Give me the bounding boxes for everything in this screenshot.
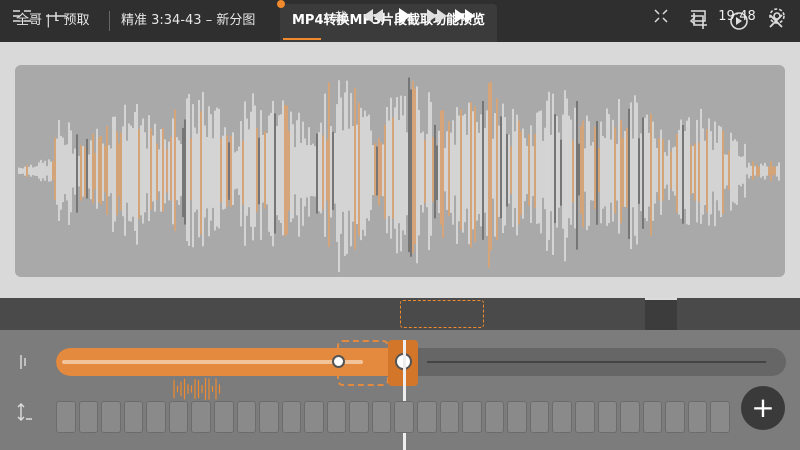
video-frame	[417, 401, 437, 433]
video-frame	[123, 401, 144, 433]
video-frame	[462, 401, 482, 433]
video-frame	[281, 401, 302, 433]
video-frame	[642, 401, 663, 433]
video-frame	[394, 401, 414, 433]
video-frame	[304, 401, 324, 433]
skip-forward-icon[interactable]	[452, 0, 478, 32]
audio-marker-wave	[173, 378, 221, 400]
video-frame	[259, 401, 279, 433]
video-frame	[529, 401, 550, 433]
video-frame	[574, 401, 595, 433]
video-frame	[710, 401, 730, 433]
video-frame	[687, 401, 708, 433]
video-frame	[191, 401, 211, 433]
video-frame	[439, 401, 460, 433]
settings-icon[interactable]	[765, 0, 789, 32]
video-frame	[78, 401, 99, 433]
video-frame	[484, 401, 505, 433]
audio-track-icon	[14, 352, 34, 372]
video-frame	[168, 401, 189, 433]
video-frame	[507, 401, 527, 433]
tab-2[interactable]: 精准 3:34-43 – 新分图	[121, 0, 255, 42]
video-frame	[552, 401, 572, 433]
tab-modified-dot	[277, 0, 285, 8]
loop-icon[interactable]	[685, 0, 709, 32]
video-track[interactable]	[56, 401, 730, 433]
time-display: 19:48	[718, 8, 756, 24]
video-frame	[371, 401, 392, 433]
video-frame	[326, 401, 347, 433]
fit-icon[interactable]	[650, 0, 672, 32]
video-frame	[213, 401, 234, 433]
waveform-panel[interactable]	[15, 65, 785, 277]
menu-icon[interactable]	[10, 0, 34, 32]
audio-track[interactable]	[56, 348, 786, 376]
video-frame	[56, 401, 76, 433]
video-frame	[620, 401, 640, 433]
play-icon[interactable]	[394, 0, 416, 32]
cut-label[interactable]: 裁	[330, 0, 352, 32]
plus-icon: +	[751, 391, 775, 424]
split-icon[interactable]	[44, 0, 68, 32]
add-button[interactable]: +	[741, 386, 785, 430]
video-frame	[146, 401, 166, 433]
selection-start-knob[interactable]	[332, 355, 345, 368]
fast-forward-icon[interactable]	[424, 0, 450, 32]
fit-button[interactable]	[645, 298, 677, 330]
video-frame	[349, 401, 369, 433]
play-highlight	[400, 300, 484, 328]
waveform	[18, 77, 780, 273]
video-frame	[665, 401, 685, 433]
selected-range-line	[62, 360, 363, 364]
rewind-icon[interactable]	[360, 0, 386, 32]
track-height-icon[interactable]	[14, 402, 34, 422]
video-frame	[597, 401, 618, 433]
tab-active-underline	[283, 38, 321, 40]
unselected-range-line	[427, 361, 766, 363]
playhead[interactable]	[403, 340, 406, 450]
tab-separator	[109, 11, 110, 31]
video-frame	[101, 401, 121, 433]
video-frame	[236, 401, 257, 433]
